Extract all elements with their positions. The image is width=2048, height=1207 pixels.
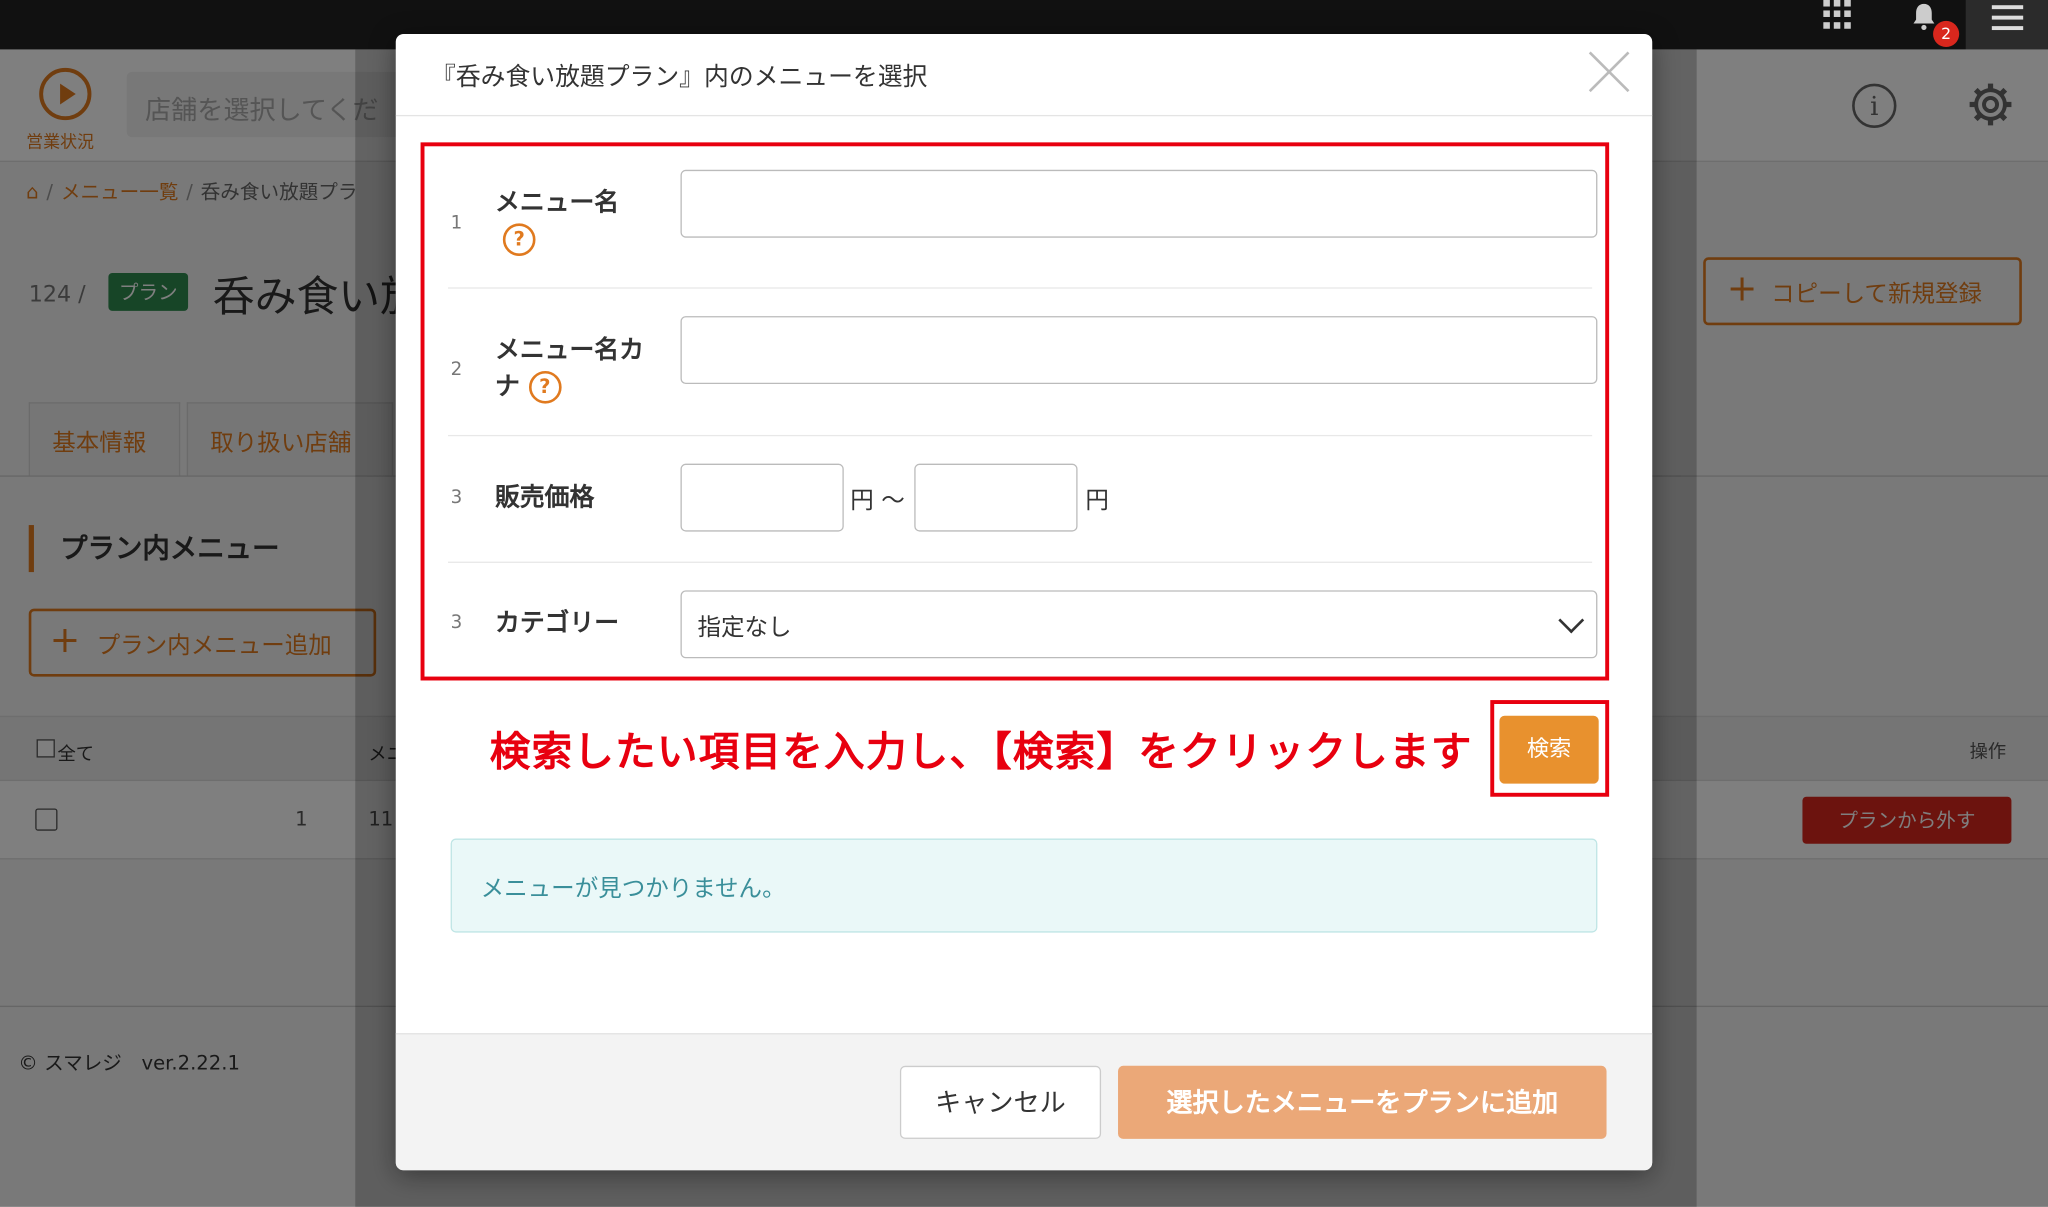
add-selected-to-plan-button[interactable]: 選択したメニューをプランに追加 [1118,1065,1607,1139]
search-button[interactable]: 検索 [1499,715,1599,784]
apps-grid-icon[interactable] [1823,0,1854,29]
close-icon[interactable] [1587,50,1631,94]
modal-title: 『呑み食い放題プラン』内のメニューを選択 [431,62,928,92]
hamburger-menu-icon[interactable] [1965,0,2048,50]
notification-badge: 2 [1933,20,1960,48]
form-highlight-box [420,142,1610,681]
modal-footer: キャンセル 選択したメニューをプランに追加 [395,1033,1653,1171]
cancel-button[interactable]: キャンセル [899,1065,1102,1139]
modal-header-divider [395,114,1653,117]
no-results-alert: メニューが見つかりません。 [450,838,1598,933]
instruction-annotation: 検索したい項目を入力し、【検索】をクリックします [489,728,1473,776]
menu-select-modal: 『呑み食い放題プラン』内のメニューを選択 1 メニュー名 ? 2 メニュー名カナ… [395,33,1653,1171]
